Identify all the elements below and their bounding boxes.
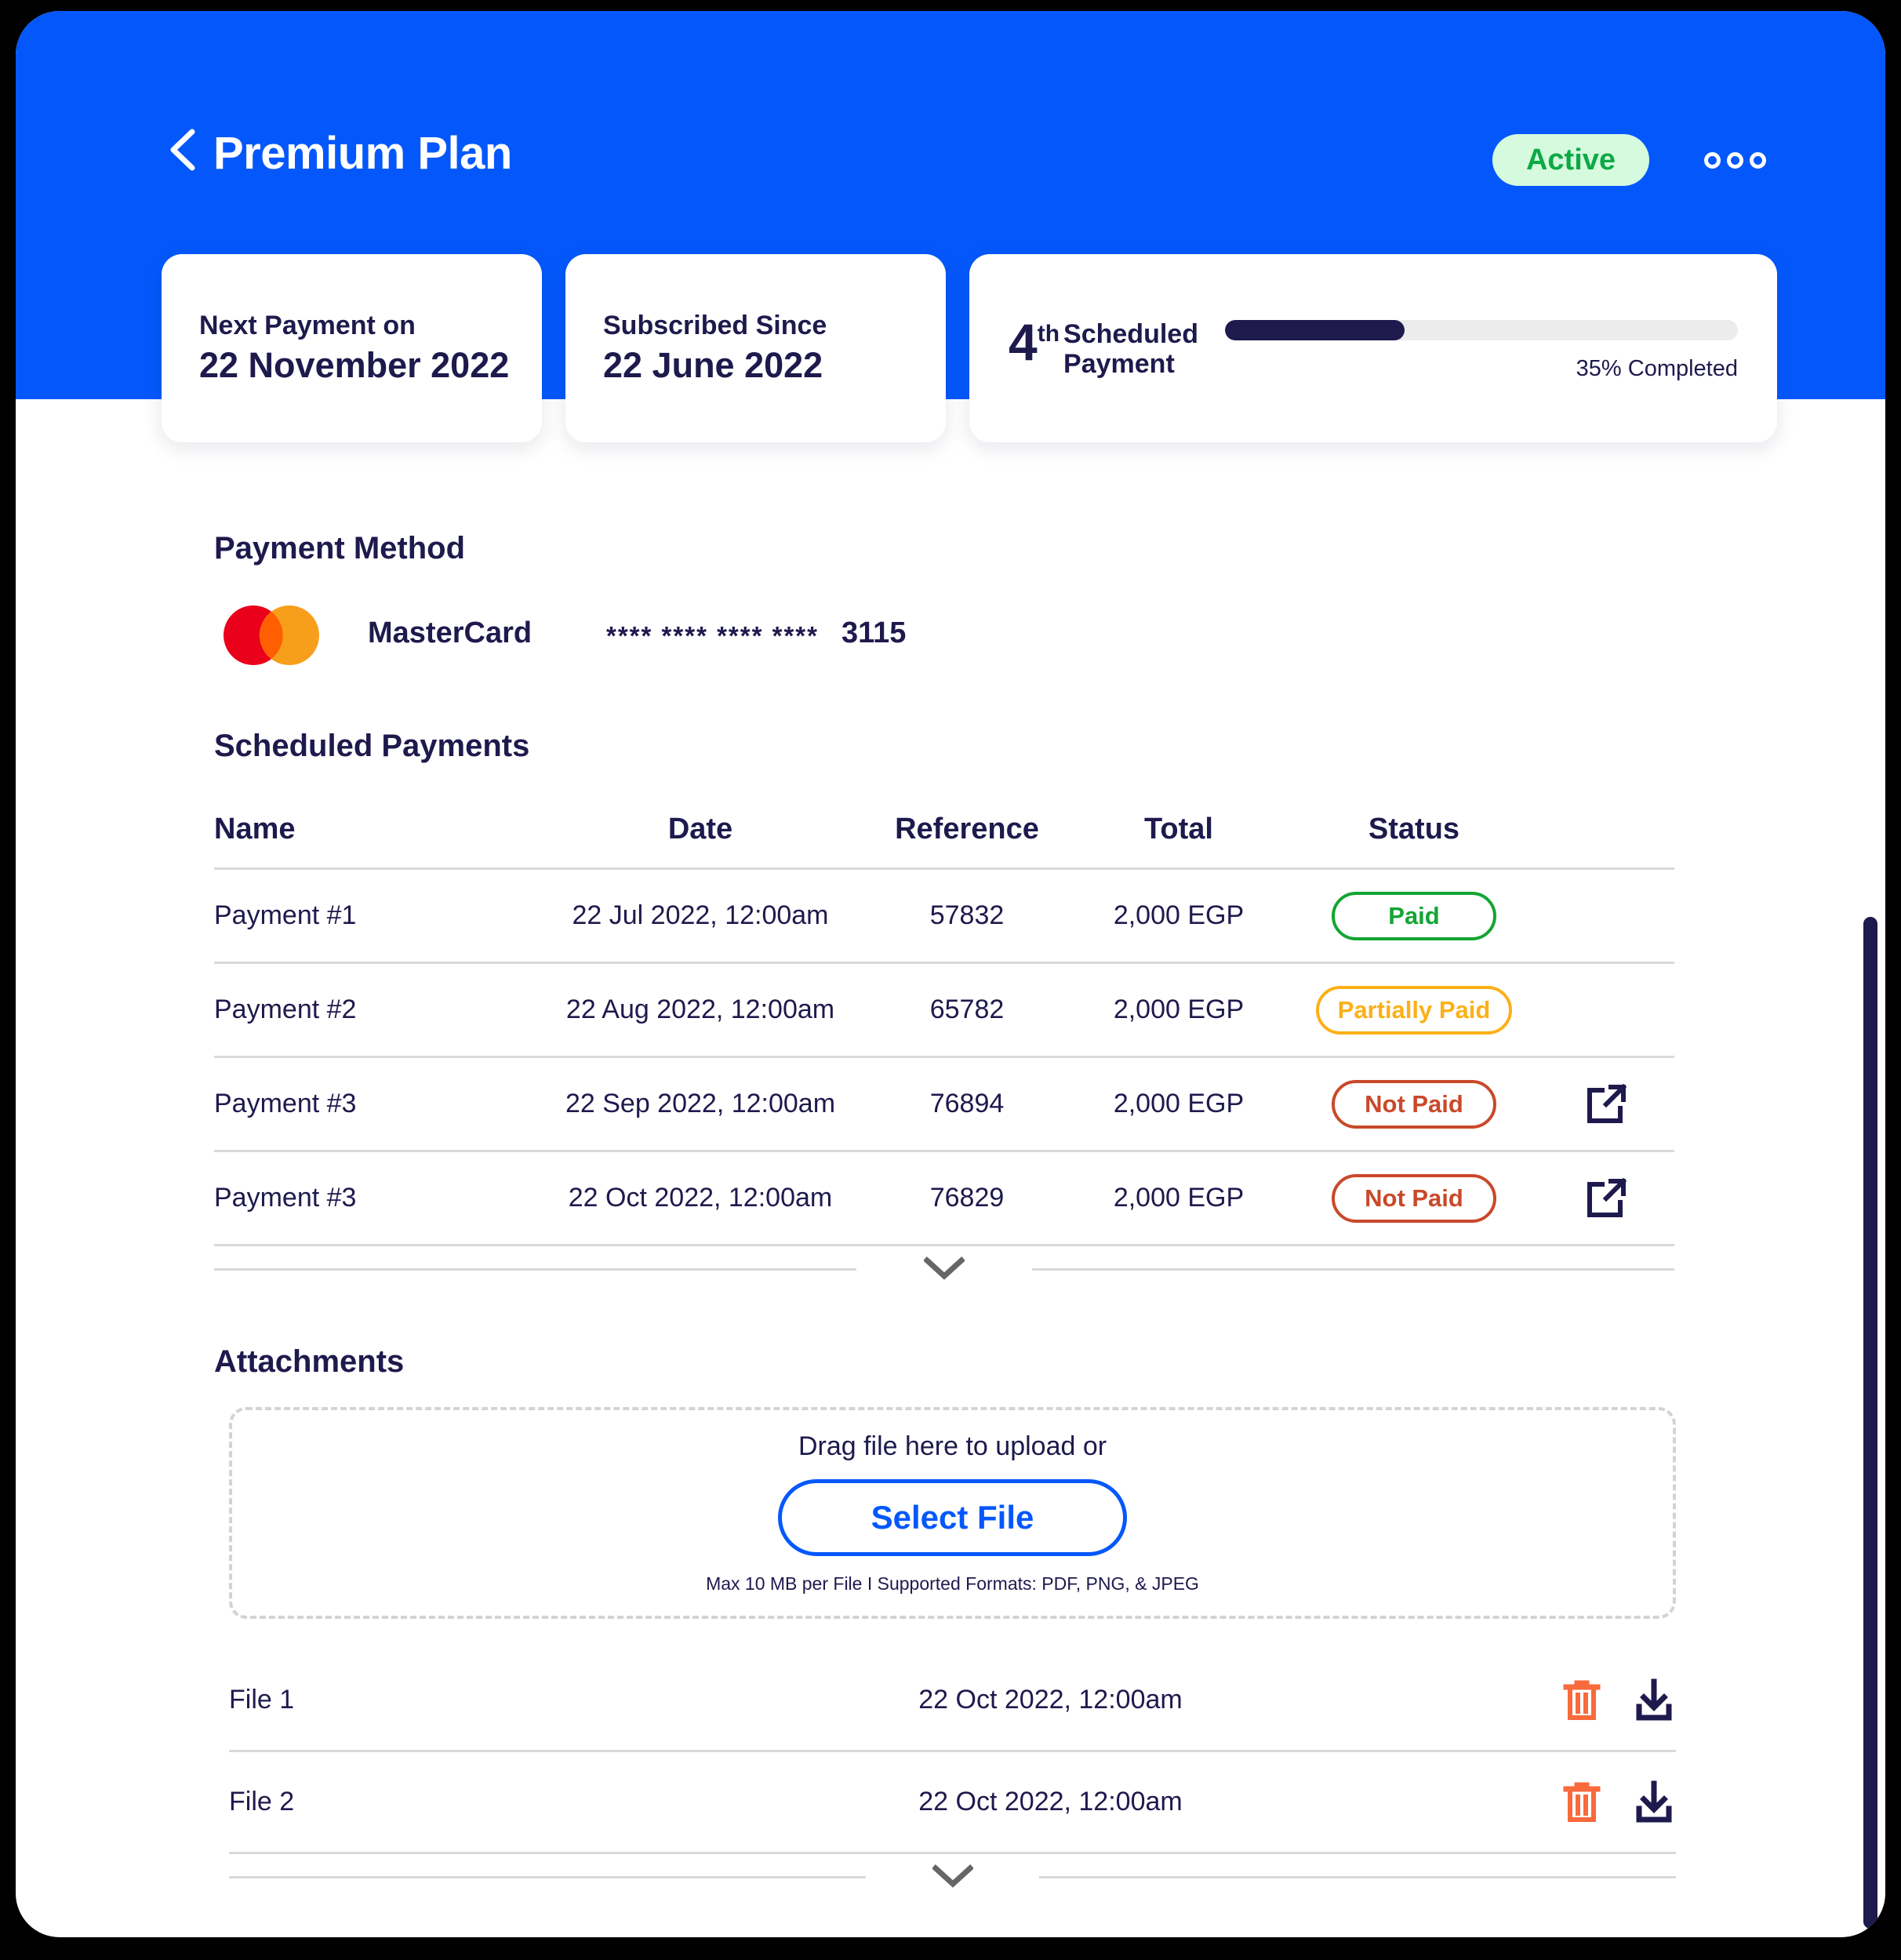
cell-date: 22 Sep 2022, 12:00am	[565, 1089, 836, 1118]
table-row[interactable]: Payment #2 22 Aug 2022, 12:00am 65782 2,000…	[214, 964, 1674, 1058]
payment-method-last4: 3115	[841, 616, 907, 649]
progress-track	[1224, 319, 1738, 340]
cell-total: 2,000 EGP	[1113, 995, 1245, 1024]
external-link-icon[interactable]	[1584, 1082, 1628, 1126]
chevron-down-icon[interactable]	[911, 1864, 994, 1888]
device-frame: Premium Plan Active Next Payment on 22 N…	[16, 11, 1885, 1937]
cell-reference: 76894	[929, 1089, 1005, 1118]
progress-fill	[1224, 319, 1405, 340]
file-dropzone[interactable]: Drag file here to upload or Select File …	[229, 1407, 1676, 1619]
scheduled-payment-label: 4 th Scheduled Payment	[1009, 312, 1198, 379]
subscribed-since-value: 22 June 2022	[603, 345, 823, 386]
cell-date: 22 Jul 2022, 12:00am	[572, 900, 829, 930]
scheduled-payments-title: Scheduled Payments	[214, 729, 530, 763]
attachments-list: File 1 22 Oct 2022, 12:00am File 2 22 Oct 2…	[229, 1650, 1676, 1898]
more-dot	[1727, 151, 1743, 169]
external-link-icon[interactable]	[1584, 1176, 1628, 1220]
column-header-total: Total	[1144, 813, 1213, 845]
chevron-down-icon[interactable]	[903, 1256, 985, 1280]
table-row[interactable]: Payment #3 22 Sep 2022, 12:00am 76894 2,000…	[214, 1058, 1674, 1152]
expander-divider-left	[214, 1268, 857, 1271]
cell-date: 22 Aug 2022, 12:00am	[565, 995, 835, 1024]
expander-divider-right	[1031, 1268, 1674, 1271]
expander-divider-left	[229, 1876, 866, 1878]
trash-icon[interactable]	[1560, 1780, 1604, 1824]
table-row[interactable]: Payment #1 22 Jul 2022, 12:00am 57832 2,000…	[214, 870, 1674, 964]
cell-date: 22 Oct 2022, 12:00am	[568, 1183, 833, 1213]
header-bar: Premium Plan Active	[16, 11, 1885, 246]
more-dot	[1704, 151, 1721, 169]
page-title: Premium Plan	[213, 128, 512, 179]
attachments-title: Attachments	[214, 1344, 405, 1379]
cell-reference: 65782	[929, 995, 1005, 1024]
dropzone-hint: Max 10 MB per File I Supported Formats: …	[706, 1573, 1199, 1594]
status-badge[interactable]: Not Paid	[1332, 1079, 1496, 1129]
cell-name: Payment #1	[214, 900, 357, 930]
download-icon[interactable]	[1632, 1678, 1676, 1722]
cell-name: Payment #3	[214, 1183, 357, 1213]
status-badge[interactable]: Paid	[1332, 891, 1496, 940]
table-row[interactable]: Payment #3 22 Oct 2022, 12:00am 76829 2,000…	[214, 1152, 1674, 1246]
file-name: File 2	[229, 1787, 295, 1816]
file-date: 22 Oct 2022, 12:00am	[918, 1787, 1183, 1816]
trash-icon[interactable]	[1560, 1678, 1604, 1722]
download-icon[interactable]	[1632, 1780, 1676, 1824]
column-header-reference: Reference	[895, 813, 1039, 845]
scheduled-payment-words: Scheduled Payment	[1063, 319, 1198, 379]
cell-name: Payment #2	[214, 995, 357, 1024]
scrollbar-track[interactable]	[1863, 399, 1877, 1937]
cell-reference: 57832	[929, 900, 1005, 930]
cell-total: 2,000 EGP	[1113, 1089, 1245, 1118]
status-badge[interactable]: Partially Paid	[1315, 985, 1513, 1035]
payment-method-title: Payment Method	[214, 531, 466, 565]
file-name: File 1	[229, 1685, 295, 1715]
file-date: 22 Oct 2022, 12:00am	[918, 1685, 1183, 1715]
scheduled-payments-table: Name Date Reference Total Status Payment…	[214, 791, 1674, 1290]
attachments-expander[interactable]	[229, 1854, 1676, 1898]
mastercard-logo-icon	[224, 605, 319, 665]
status-badge: Active	[1492, 134, 1649, 186]
scheduled-payments-expander[interactable]	[214, 1246, 1674, 1290]
dropzone-instruction: Drag file here to upload or	[798, 1431, 1107, 1461]
scheduled-payment-ordinal: th	[1037, 320, 1060, 347]
progress-area: 35% Completed	[1224, 315, 1738, 382]
column-header-name: Name	[214, 813, 296, 845]
cell-total: 2,000 EGP	[1113, 900, 1245, 930]
page-header: Premium Plan Active Next Payment on 22 N…	[16, 11, 1885, 442]
payment-method-brand: MasterCard	[368, 616, 532, 649]
cell-total: 2,000 EGP	[1113, 1183, 1245, 1213]
status-badge[interactable]: Not Paid	[1332, 1173, 1496, 1223]
page-body: Payment Method MasterCard **** **** ****…	[16, 399, 1885, 1937]
list-item[interactable]: File 2 22 Oct 2022, 12:00am	[229, 1752, 1676, 1854]
scheduled-payment-words-line2: Payment	[1063, 349, 1175, 379]
payment-method-row[interactable]: MasterCard **** **** **** **** 3115	[214, 599, 998, 670]
payment-method-masked-number: **** **** **** ****	[606, 621, 819, 650]
subscribed-since-label: Subscribed Since	[603, 310, 827, 340]
list-item[interactable]: File 1 22 Oct 2022, 12:00am	[229, 1650, 1676, 1752]
next-payment-value: 22 November 2022	[199, 345, 510, 386]
more-options-icon[interactable]	[1704, 146, 1766, 174]
column-header-status: Status	[1368, 813, 1460, 845]
select-file-button[interactable]: Select File	[778, 1479, 1127, 1556]
next-payment-label: Next Payment on	[199, 310, 416, 340]
scheduled-payment-words-line1: Scheduled	[1063, 318, 1198, 349]
cell-name: Payment #3	[214, 1089, 357, 1118]
chevron-left-icon[interactable]	[169, 129, 195, 171]
more-dot	[1750, 151, 1766, 169]
expander-divider-right	[1039, 1876, 1676, 1878]
cell-reference: 76829	[929, 1183, 1005, 1213]
progress-label: 35% Completed	[1576, 355, 1738, 381]
column-header-date: Date	[667, 813, 733, 845]
scheduled-payment-number: 4	[1009, 312, 1038, 371]
scrollbar-thumb[interactable]	[1863, 917, 1877, 1929]
table-header-row: Name Date Reference Total Status	[214, 791, 1674, 870]
